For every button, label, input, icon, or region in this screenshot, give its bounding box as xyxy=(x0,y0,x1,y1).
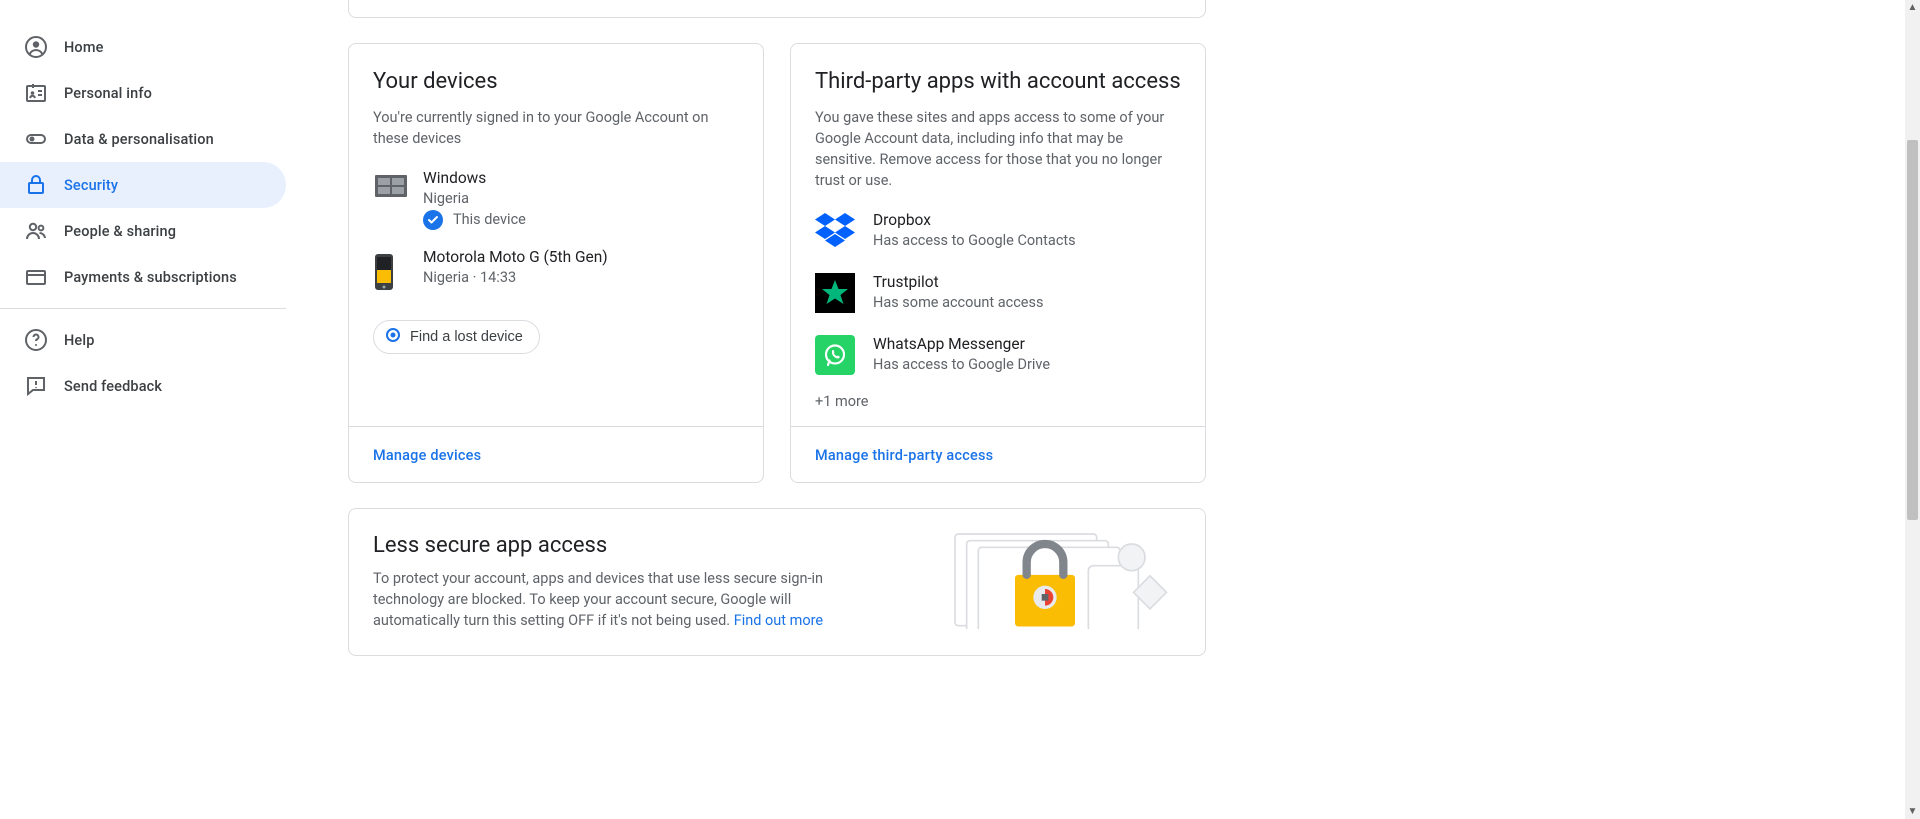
more-apps-text[interactable]: +1 more xyxy=(815,393,1181,410)
sidebar-item-label: Send feedback xyxy=(64,378,162,395)
sidebar-item-security[interactable]: Security xyxy=(0,162,286,208)
device-name: Motorola Moto G (5th Gen) xyxy=(423,248,608,266)
app-access: Has access to Google Contacts xyxy=(873,232,1076,249)
app-row-dropbox[interactable]: Dropbox Has access to Google Contacts xyxy=(815,211,1181,251)
card-title: Third-party apps with account access xyxy=(815,68,1181,97)
account-circle-icon xyxy=(24,35,48,59)
device-location: Nigeria · 14:33 xyxy=(423,269,608,286)
scrollbar-thumb[interactable] xyxy=(1907,140,1918,520)
desktop-icon xyxy=(373,169,423,205)
sidebar-item-help[interactable]: Help xyxy=(0,317,286,363)
card-title: Your devices xyxy=(373,68,739,97)
help-icon xyxy=(24,328,48,352)
feedback-icon xyxy=(24,374,48,398)
sidebar-item-label: Help xyxy=(64,332,95,349)
dropbox-icon xyxy=(815,211,855,251)
scrollbar[interactable]: ▲ ▼ xyxy=(1905,0,1920,819)
device-row-motorola[interactable]: Motorola Moto G (5th Gen) Nigeria · 14:3… xyxy=(373,248,739,296)
sidebar-item-people-sharing[interactable]: People & sharing xyxy=(0,208,286,254)
card-title: Less secure app access xyxy=(373,533,881,558)
checkmark-icon xyxy=(423,210,443,230)
this-device-badge: This device xyxy=(423,210,526,230)
sidebar-item-label: Home xyxy=(64,39,104,56)
third-party-apps-card: Third-party apps with account access You… xyxy=(790,43,1206,483)
your-devices-card: Your devices You're currently signed in … xyxy=(348,43,764,483)
app-row-whatsapp[interactable]: WhatsApp Messenger Has access to Google … xyxy=(815,335,1181,375)
sidebar-item-home[interactable]: Home xyxy=(0,24,286,70)
app-row-trustpilot[interactable]: Trustpilot Has some account access xyxy=(815,273,1181,313)
sidebar-item-label: Payments & subscriptions xyxy=(64,269,237,286)
card-description: You gave these sites and apps access to … xyxy=(815,107,1181,191)
trustpilot-icon xyxy=(815,273,855,313)
scroll-up-arrow-icon[interactable]: ▲ xyxy=(1905,0,1920,15)
device-row-windows[interactable]: Windows Nigeria This device xyxy=(373,169,739,230)
sidebar-divider xyxy=(0,308,286,309)
phone-icon xyxy=(373,248,423,296)
app-name: Dropbox xyxy=(873,211,1076,229)
card-description: To protect your account, apps and device… xyxy=(373,568,881,631)
less-secure-app-access-card: Less secure app access To protect your a… xyxy=(348,508,1206,656)
id-card-icon xyxy=(24,81,48,105)
sidebar-item-payments-subscriptions[interactable]: Payments & subscriptions xyxy=(0,254,286,300)
previous-card-bottom xyxy=(348,0,1206,18)
sidebar-item-label: Security xyxy=(64,177,118,194)
toggle-icon xyxy=(24,127,48,151)
main-content: Your devices You're currently signed in … xyxy=(286,0,1566,819)
device-location: Nigeria xyxy=(423,190,526,207)
scroll-down-arrow-icon[interactable]: ▼ xyxy=(1905,804,1920,819)
credit-card-icon xyxy=(24,265,48,289)
sidebar-item-label: Data & personalisation xyxy=(64,131,214,148)
app-name: Trustpilot xyxy=(873,273,1043,291)
manage-third-party-link[interactable]: Manage third-party access xyxy=(815,447,993,464)
location-target-icon xyxy=(384,326,402,348)
padlock-illustration xyxy=(905,509,1205,655)
sidebar-item-send-feedback[interactable]: Send feedback xyxy=(0,363,286,409)
card-description: You're currently signed in to your Googl… xyxy=(373,107,739,149)
app-access: Has access to Google Drive xyxy=(873,356,1050,373)
app-name: WhatsApp Messenger xyxy=(873,335,1050,353)
find-out-more-link[interactable]: Find out more xyxy=(734,612,823,629)
app-access: Has some account access xyxy=(873,294,1043,311)
sidebar-nav: Home Personal info Data & personalisatio… xyxy=(0,0,286,819)
device-name: Windows xyxy=(423,169,526,187)
find-lost-device-button[interactable]: Find a lost device xyxy=(373,320,540,354)
manage-devices-link[interactable]: Manage devices xyxy=(373,447,481,464)
sidebar-item-label: Personal info xyxy=(64,85,152,102)
whatsapp-icon xyxy=(815,335,855,375)
lock-icon xyxy=(24,173,48,197)
sidebar-item-personal-info[interactable]: Personal info xyxy=(0,70,286,116)
sidebar-item-label: People & sharing xyxy=(64,223,176,240)
sidebar-item-data-personalisation[interactable]: Data & personalisation xyxy=(0,116,286,162)
people-icon xyxy=(24,219,48,243)
